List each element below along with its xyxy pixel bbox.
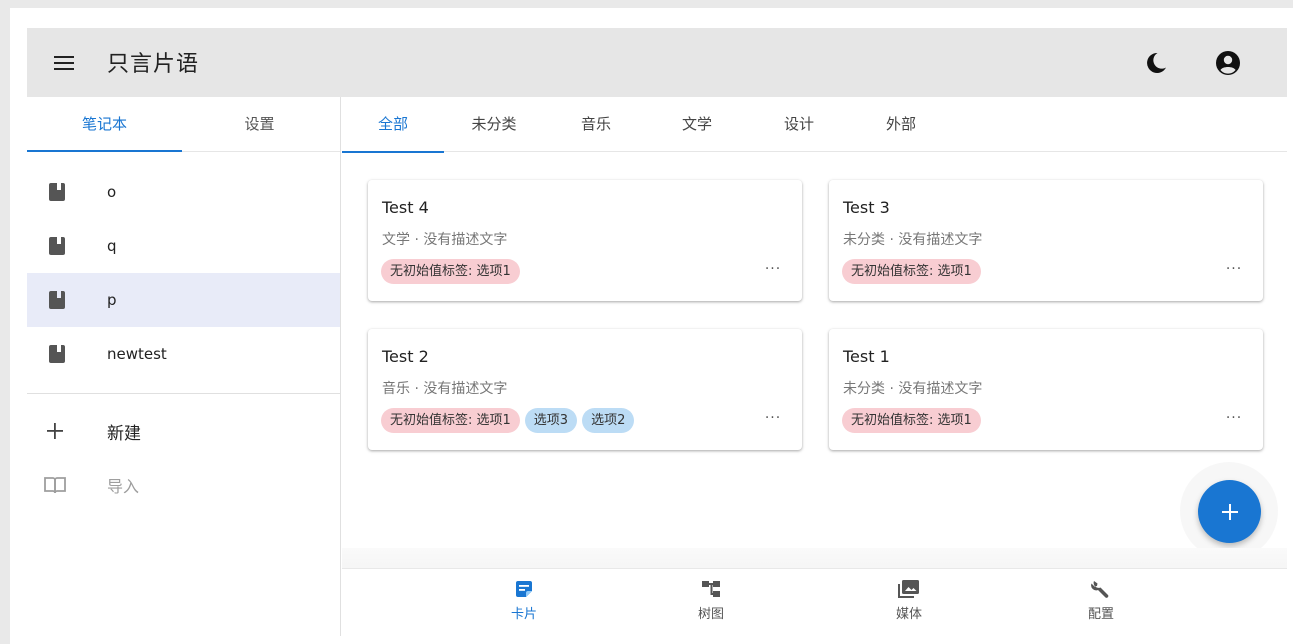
card-subtitle: 音乐 · 没有描述文字: [382, 381, 508, 397]
more-options-button[interactable]: ···: [1223, 262, 1245, 280]
tab-external[interactable]: 外部: [861, 97, 941, 152]
card-subtitle: 未分类 · 没有描述文字: [843, 232, 983, 248]
notebook-label: newtest: [107, 345, 167, 363]
notebook-list: o q p newtest: [27, 152, 340, 381]
tab-notebooks[interactable]: 笔记本: [27, 97, 182, 152]
tab-design[interactable]: 设计: [759, 97, 839, 152]
note-card[interactable]: Test 4 文学 · 没有描述文字 无初始值标签: 选项1 ···: [368, 180, 802, 301]
sidebar: 笔记本 设置 o q p newtest 新建 导入: [27, 97, 341, 636]
nav-cards[interactable]: 卡片: [484, 577, 564, 633]
more-options-button[interactable]: ···: [762, 262, 784, 280]
bottom-shade: [342, 548, 1287, 570]
card-subtitle: 未分类 · 没有描述文字: [843, 381, 983, 397]
notebook-item[interactable]: q: [27, 219, 340, 273]
app-title: 只言片语: [107, 52, 200, 77]
open-book-icon: [44, 477, 66, 494]
tag-chip[interactable]: 无初始值标签: 选项1: [842, 259, 981, 284]
import-label: 导入: [107, 477, 140, 496]
sidebar-tabs: 笔记本 设置: [27, 97, 340, 152]
wrench-icon: [1091, 581, 1109, 598]
card-title: Test 2: [382, 347, 429, 366]
category-tabs: 全部 未分类 音乐 文学 设计 外部: [342, 97, 1287, 153]
add-card-fab[interactable]: [1198, 480, 1261, 543]
plus-icon: [47, 423, 63, 439]
menu-icon: [54, 56, 74, 70]
nav-config-label: 配置: [1087, 607, 1114, 622]
notebook-label: o: [107, 183, 117, 201]
card-tags: 无初始值标签: 选项1: [381, 259, 520, 284]
note-card-icon: [516, 581, 532, 597]
new-notebook-label: 新建: [107, 423, 141, 444]
tag-chip[interactable]: 无初始值标签: 选项1: [842, 408, 981, 433]
divider: [27, 393, 340, 394]
moon-icon: [1147, 52, 1166, 73]
main-content: 全部 未分类 音乐 文学 设计 外部 Test 4 文学 · 没有描述文字 无初…: [342, 97, 1287, 636]
more-options-button[interactable]: ···: [1223, 411, 1245, 429]
tab-all[interactable]: 全部: [342, 97, 444, 153]
plus-icon: [1221, 503, 1238, 520]
app-root: 只言片语 笔记本 设置 o q p newtest 新建 导入 全部 未分类 音…: [27, 28, 1287, 636]
dark-mode-button[interactable]: [1141, 48, 1171, 78]
nav-config[interactable]: 配置: [1061, 577, 1141, 633]
card-title: Test 1: [843, 347, 890, 366]
tab-literature[interactable]: 文学: [657, 97, 737, 152]
book-icon: [49, 183, 65, 201]
tag-chip[interactable]: 无初始值标签: 选项1: [381, 259, 520, 284]
tab-music[interactable]: 音乐: [556, 97, 636, 152]
new-notebook-button[interactable]: 新建: [27, 404, 340, 458]
bottom-navigation: 卡片 树图 媒体 配置: [342, 568, 1287, 636]
card-title: Test 4: [382, 198, 429, 217]
tag-chip[interactable]: 无初始值标签: 选项1: [381, 408, 520, 433]
card-tags: 无初始值标签: 选项1: [842, 408, 981, 433]
card-title: Test 3: [843, 198, 890, 217]
book-icon: [49, 345, 65, 363]
nav-cards-label: 卡片: [510, 607, 537, 622]
book-icon: [49, 237, 65, 255]
card-tags: 无初始值标签: 选项1: [842, 259, 981, 284]
media-gallery-icon: [898, 580, 919, 598]
tag-chip[interactable]: 选项3: [524, 408, 578, 433]
more-options-button[interactable]: ···: [762, 411, 784, 429]
note-card[interactable]: Test 2 音乐 · 没有描述文字 无初始值标签: 选项1 选项3 选项2 ·…: [368, 329, 802, 450]
tab-uncategorized[interactable]: 未分类: [454, 97, 534, 152]
note-card[interactable]: Test 3 未分类 · 没有描述文字 无初始值标签: 选项1 ···: [829, 180, 1263, 301]
tag-chip[interactable]: 选项2: [582, 408, 635, 433]
book-icon: [49, 291, 65, 309]
import-button[interactable]: 导入: [27, 458, 340, 512]
nav-tree[interactable]: 树图: [671, 577, 751, 633]
card-subtitle: 文学 · 没有描述文字: [382, 232, 508, 248]
nav-media-label: 媒体: [895, 607, 922, 622]
top-app-bar: 只言片语: [27, 28, 1287, 97]
card-tags: 无初始值标签: 选项1 选项3 选项2: [381, 408, 635, 433]
account-circle-icon: [1216, 51, 1240, 75]
nav-tree-label: 树图: [697, 607, 724, 622]
note-card[interactable]: Test 1 未分类 · 没有描述文字 无初始值标签: 选项1 ···: [829, 329, 1263, 450]
notebook-item-selected[interactable]: p: [27, 273, 340, 327]
nav-media[interactable]: 媒体: [869, 577, 949, 633]
tree-diagram-icon: [702, 581, 720, 597]
hamburger-menu-button[interactable]: [49, 50, 79, 76]
notebook-label: p: [107, 291, 117, 309]
notebook-label: q: [107, 237, 117, 255]
account-button[interactable]: [1213, 48, 1243, 78]
notebook-item[interactable]: newtest: [27, 327, 340, 381]
notebook-item[interactable]: o: [27, 165, 340, 219]
tab-settings[interactable]: 设置: [182, 97, 337, 151]
